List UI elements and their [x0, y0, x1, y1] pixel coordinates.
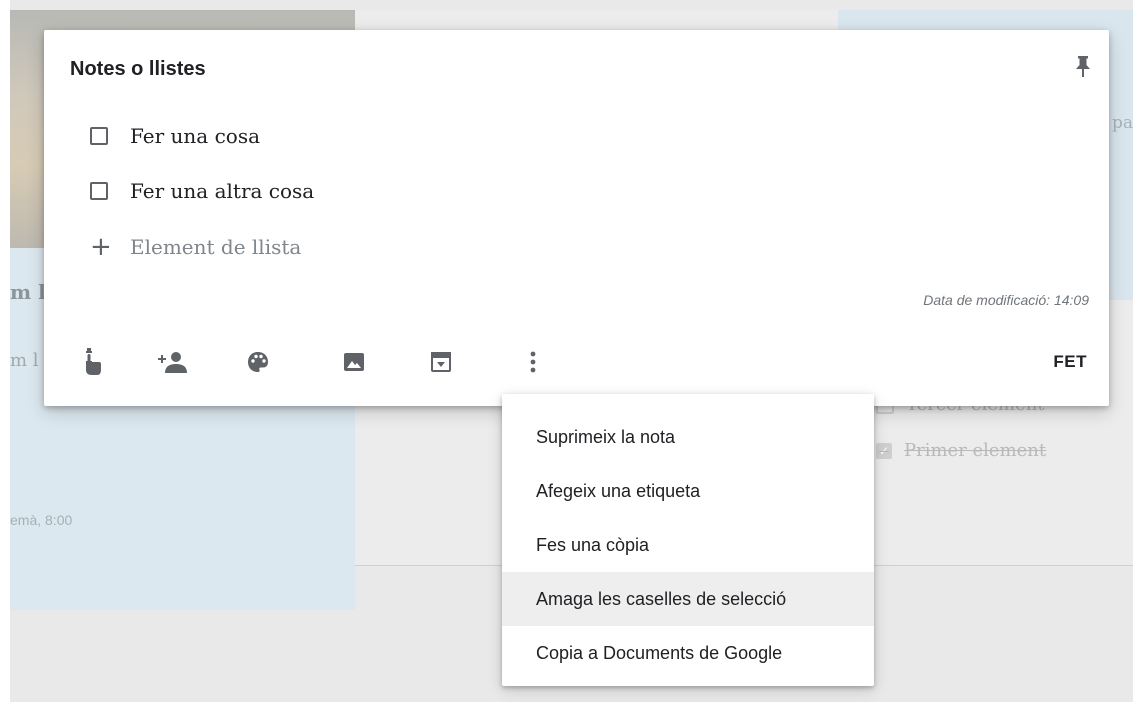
menu-item-delete-note[interactable]: Suprimeix la nota [502, 410, 874, 464]
background-note-text: m l [10, 350, 39, 371]
page-gutter [0, 0, 10, 702]
add-person-icon[interactable] [155, 344, 191, 380]
pin-icon[interactable] [1075, 56, 1091, 78]
menu-item-make-copy[interactable]: Fes una còpia [502, 518, 874, 572]
done-button[interactable]: FET [1053, 352, 1087, 372]
menu-item-add-label[interactable]: Afegeix una etiqueta [502, 464, 874, 518]
note-editor-card: Notes o llistes Fer una cosa Fer una alt… [44, 30, 1109, 406]
menu-item-copy-to-google-docs[interactable]: Copia a Documents de Google [502, 626, 874, 680]
background-note-right-snippet: pa [1112, 113, 1133, 133]
reminder-hand-icon[interactable] [74, 344, 110, 380]
add-list-item-row[interactable]: + Element de llista [90, 232, 301, 262]
checked-checkbox-icon: ✓ [876, 442, 892, 459]
list-item[interactable]: Fer una altra cosa [90, 176, 314, 206]
menu-item-hide-checkboxes[interactable]: Amaga les caselles de selecció [502, 572, 874, 626]
list-item-text[interactable]: Fer una altra cosa [130, 179, 314, 203]
add-list-item-input[interactable]: Element de llista [130, 235, 301, 259]
background-list-item: ✓ Primer element [876, 440, 1046, 461]
background-note-reminder-time: emà, 8:00 [10, 512, 73, 528]
background-note-title: m l [10, 280, 46, 304]
modified-timestamp: Data de modificació: 14:09 [923, 292, 1089, 308]
note-title[interactable]: Notes o llistes [70, 58, 206, 81]
more-vertical-icon[interactable] [515, 344, 551, 380]
plus-icon: + [90, 232, 112, 262]
list-item-checkbox[interactable] [90, 127, 108, 145]
more-options-menu: Suprimeix la nota Afegeix una etiqueta F… [502, 394, 874, 686]
palette-icon[interactable] [240, 344, 276, 380]
list-item-text[interactable]: Fer una cosa [130, 124, 260, 148]
background-list-item-label: Primer element [904, 440, 1047, 461]
list-item[interactable]: Fer una cosa [90, 121, 260, 151]
list-item-checkbox[interactable] [90, 182, 108, 200]
archive-icon[interactable] [423, 344, 459, 380]
image-icon[interactable] [336, 344, 372, 380]
